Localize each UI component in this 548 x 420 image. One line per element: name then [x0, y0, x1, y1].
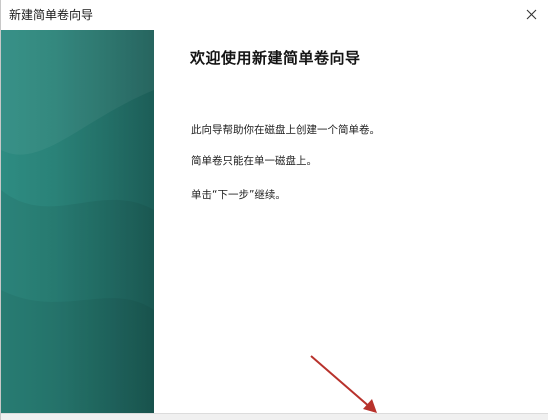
wizard-paragraph: 简单卷只能在单一磁盘上。	[191, 155, 317, 167]
wizard-paragraph: 此向导帮助你在磁盘上创建一个简单卷。	[191, 124, 380, 136]
sidebar-wave-decoration	[1, 30, 154, 416]
wizard-sidebar-banner	[1, 30, 154, 416]
wizard-paragraph: 单击“下一步”继续。	[191, 189, 286, 201]
window-title: 新建简单卷向导	[9, 8, 94, 22]
title-bar: 新建简单卷向导	[1, 0, 548, 30]
close-icon	[526, 9, 536, 19]
wizard-window: 新建简单卷向导 欢迎使用新建简单卷向导 此向导帮助你在磁盘上创建一个简单卷。 简…	[0, 0, 548, 420]
wizard-heading: 欢迎使用新建简单卷向导	[190, 49, 361, 67]
wizard-content: 欢迎使用新建简单卷向导 此向导帮助你在磁盘上创建一个简单卷。 简单卷只能在单一磁…	[154, 30, 548, 416]
button-bar-edge	[1, 413, 548, 420]
close-button[interactable]	[517, 2, 545, 26]
